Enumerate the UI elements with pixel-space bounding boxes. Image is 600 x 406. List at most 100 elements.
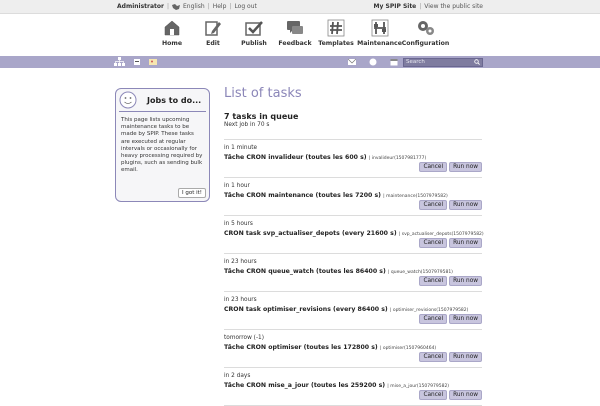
menu-templates[interactable]: Templates [315, 19, 358, 56]
task-name: Tâche CRON mise_a_jour (toutes les 25920… [224, 382, 482, 389]
task-name: Tâche CRON maintenance (toutes les 7200 … [224, 192, 482, 199]
menu-label: Templates [318, 40, 354, 47]
task-name: CRON task svp_actualiser_depots (every 2… [224, 230, 484, 237]
run-now-button[interactable]: Run now [449, 238, 482, 248]
task-when: in 23 hours [224, 297, 257, 303]
task-detail: | invalideur(1507981777) [368, 156, 427, 161]
home-icon [164, 20, 180, 36]
main-menu: Home Edit Publish Feedback Templates Mai… [0, 14, 600, 56]
task-detail: | maintenance(1507979582) [383, 194, 448, 199]
task-list: in 1 minute Tâche CRON invalideur (toutes… [224, 140, 484, 406]
cancel-button[interactable]: Cancel [419, 276, 448, 286]
got-it-button[interactable]: I got it! [177, 188, 206, 198]
cancel-button[interactable]: Cancel [419, 162, 448, 172]
menu-feedback[interactable]: Feedback [274, 19, 317, 56]
menu-label: Edit [206, 40, 220, 47]
task-title: Tâche CRON mise_a_jour (toutes les 25920… [224, 382, 386, 389]
task-actions: Cancel Run now [419, 162, 482, 172]
cancel-button[interactable]: Cancel [419, 200, 448, 210]
run-now-button[interactable]: Run now [449, 276, 482, 286]
run-now-button[interactable]: Run now [449, 314, 482, 324]
smiley-icon [119, 91, 137, 109]
jobs-help-box: Jobs to do... This page lists upcoming m… [115, 88, 210, 202]
help-link[interactable]: Help [213, 3, 227, 10]
task-detail: | optimiser(1507960464) [379, 346, 437, 351]
task-when: in 2 days [224, 373, 251, 379]
user-name[interactable]: Administrator [117, 3, 164, 10]
sub-toolbar: Search [0, 56, 600, 68]
task-when: in 1 hour [224, 183, 250, 189]
menu-label: Home [161, 40, 183, 47]
task-actions: Cancel Run now [419, 276, 482, 286]
site-name[interactable]: My SPIP Site [374, 3, 417, 10]
task-detail: | queue_watch(1507979581) [387, 270, 453, 275]
menu-label: Configuration [401, 40, 450, 47]
task-actions: Cancel Run now [419, 238, 482, 248]
checkmark-icon [245, 21, 263, 36]
task-name: Tâche CRON queue_watch (toutes les 86400… [224, 268, 482, 275]
main-content: List of tasks 7 tasks in queue Next job … [224, 86, 484, 406]
task-actions: Cancel Run now [419, 200, 482, 210]
logout-link[interactable]: Log out [234, 3, 256, 10]
mail-icon[interactable] [348, 58, 356, 66]
task-row: in 23 hours CRON task optimiser_revisions… [224, 292, 482, 330]
calendar-icon[interactable] [390, 58, 398, 66]
task-row: in 23 hours Tâche CRON queue_watch (toute… [224, 254, 482, 292]
task-actions: Cancel Run now [419, 352, 482, 362]
run-now-button[interactable]: Run now [449, 352, 482, 362]
pencil-icon [205, 21, 221, 36]
cancel-button[interactable]: Cancel [419, 352, 448, 362]
menu-label: Publish [241, 40, 267, 47]
task-row: in 5 hours CRON task svp_actualiser_depot… [224, 216, 484, 254]
hash-icon [327, 19, 345, 37]
menu-edit[interactable]: Edit [192, 19, 235, 56]
queue-count: 7 tasks in queue [224, 112, 299, 121]
menu-publish[interactable]: Publish [233, 19, 276, 56]
menu-home[interactable]: Home [151, 19, 194, 56]
jobs-box-description: This page lists upcoming maintenance tas… [121, 117, 203, 174]
task-title: CRON task svp_actualiser_depots (every 2… [224, 230, 397, 237]
search-icon[interactable] [474, 59, 480, 65]
chat-icon[interactable] [369, 58, 377, 66]
top-bar: Administrator | English | Help | Log out… [0, 0, 600, 14]
site-map-icon[interactable] [114, 57, 125, 67]
cancel-button[interactable]: Cancel [419, 314, 448, 324]
task-row: tomorrow (-1) Tâche CRON optimiser (toute… [224, 330, 482, 368]
task-detail: | optimiser_revisions(1507979582) [389, 308, 469, 313]
search-placeholder: Search [406, 59, 425, 65]
page-title: List of tasks [224, 86, 302, 101]
menu-configuration[interactable]: Configuration [402, 19, 450, 56]
task-title: CRON task optimiser_revisions (every 864… [224, 306, 388, 313]
cancel-button[interactable]: Cancel [419, 390, 448, 400]
run-now-button[interactable]: Run now [449, 390, 482, 400]
menu-maintenance[interactable]: Maintenance [356, 19, 404, 56]
search-input[interactable]: Search [403, 57, 483, 67]
speech-bubble-icon [287, 21, 303, 34]
run-now-button[interactable]: Run now [449, 200, 482, 210]
task-title: Tâche CRON optimiser (toutes les 172800 … [224, 344, 378, 351]
task-name: CRON task optimiser_revisions (every 864… [224, 306, 482, 313]
task-actions: Cancel Run now [419, 390, 482, 400]
task-detail: | svp_actualiser_depots(1507979582) [398, 232, 484, 237]
jobs-box-title: Jobs to do... [147, 95, 202, 105]
task-title: Tâche CRON maintenance (toutes les 7200 … [224, 192, 382, 199]
task-actions: Cancel Run now [419, 314, 482, 324]
view-public-site-link[interactable]: View the public site [424, 3, 483, 10]
task-row: in 2 days Tâche CRON mise_a_jour (toutes … [224, 368, 482, 406]
next-job-info: Next job in 70 s [224, 122, 270, 128]
task-detail: | mise_a_jour(1507979582) [387, 384, 450, 389]
menu-label: Maintenance [357, 40, 402, 47]
new-image-icon[interactable] [149, 58, 157, 66]
language-link[interactable]: English [183, 3, 205, 10]
task-when: in 23 hours [224, 259, 257, 265]
cancel-button[interactable]: Cancel [419, 238, 448, 248]
task-when: in 1 minute [224, 145, 258, 151]
gears-icon [417, 21, 434, 35]
new-article-icon[interactable] [133, 58, 141, 66]
task-when: in 5 hours [224, 221, 253, 227]
run-now-button[interactable]: Run now [449, 162, 482, 172]
task-name: Tâche CRON optimiser (toutes les 172800 … [224, 344, 482, 351]
task-title: Tâche CRON queue_watch (toutes les 86400… [224, 268, 386, 275]
language-icon [172, 3, 181, 10]
task-title: Tâche CRON invalideur (toutes les 600 s) [224, 154, 367, 161]
